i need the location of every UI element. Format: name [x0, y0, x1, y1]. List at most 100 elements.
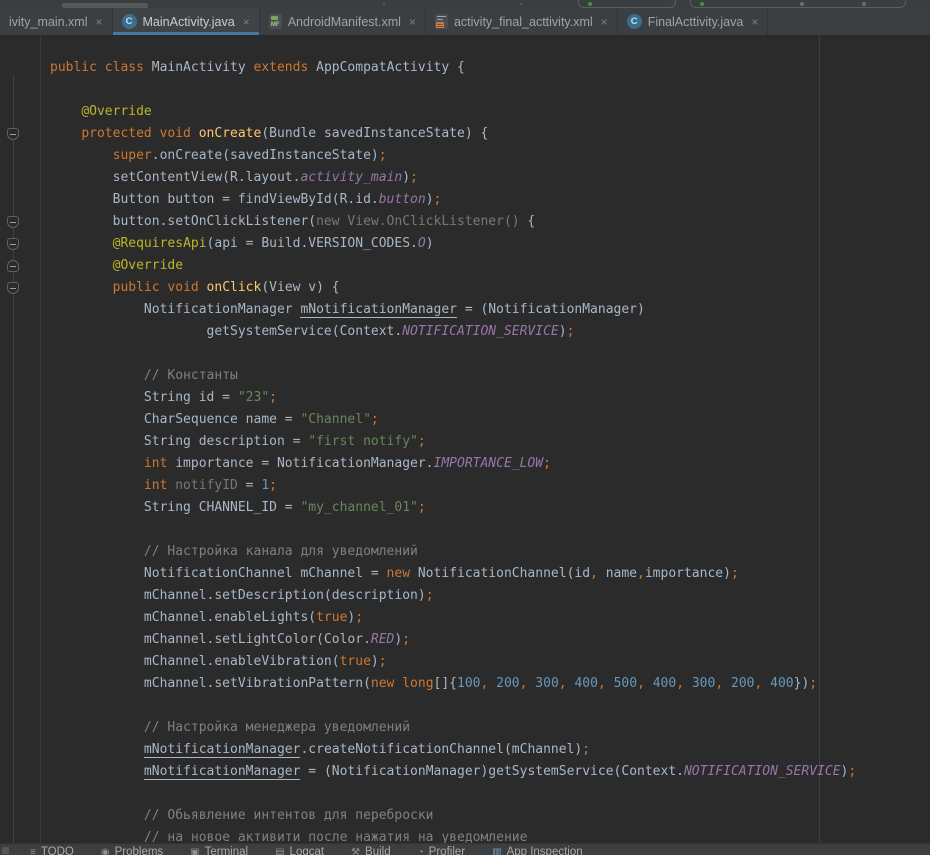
code-token: "my_channel_01"	[300, 500, 417, 515]
tool-window-button-app-inspection[interactable]: ▥App Inspection	[492, 846, 583, 855]
code-token: =	[238, 478, 261, 493]
code-editor[interactable]: public class MainActivity extends AppCom…	[0, 35, 930, 843]
code-line[interactable]: // Настройка менеджера уведомлений	[0, 717, 930, 739]
code-line[interactable]: mChannel.setLightColor(Color.RED);	[0, 629, 930, 651]
code-line[interactable]: mChannel.setVibrationPattern(new long[]{…	[0, 673, 930, 695]
fold-marker[interactable]	[7, 238, 19, 250]
editor-tab[interactable]: MFAndroidManifest.xml×	[260, 8, 426, 35]
code-token: mNotificationManager	[144, 742, 301, 758]
code-line[interactable]: int notifyID = 1;	[0, 475, 930, 497]
code-line[interactable]: super.onCreate(savedInstanceState);	[0, 145, 930, 167]
code-line[interactable]: @Override	[0, 101, 930, 123]
code-line[interactable]: mNotificationManager = (NotificationMana…	[0, 761, 930, 783]
tab-close-icon[interactable]: ×	[96, 16, 103, 28]
code-line[interactable]: String CHANNEL_ID = "my_channel_01";	[0, 497, 930, 519]
code-line[interactable]: String description = "first notify";	[0, 431, 930, 453]
code-line[interactable]: getSystemService(Context.NOTIFICATION_SE…	[0, 321, 930, 343]
code-token: ,	[598, 676, 614, 691]
code-token: importance = NotificationManager.	[167, 456, 433, 471]
code-token: (api = Build.VERSION_CODES.	[207, 236, 418, 251]
code-line[interactable]: Button button = findViewById(R.id.button…	[0, 189, 930, 211]
code-token: ,	[637, 566, 645, 581]
tab-close-icon[interactable]: ×	[751, 16, 758, 28]
toolbar-tick	[383, 3, 385, 5]
code-line[interactable]: String id = "23";	[0, 387, 930, 409]
code-token: public class	[50, 60, 152, 75]
code-token	[50, 742, 144, 757]
code-line[interactable]: mChannel.enableVibration(true);	[0, 651, 930, 673]
tool-window-label: Logcat	[290, 846, 325, 855]
code-line[interactable]: int importance = NotificationManager.IMP…	[0, 453, 930, 475]
code-token: ;	[543, 456, 551, 471]
fold-marker[interactable]	[7, 260, 19, 272]
code-token: mChannel.setLightColor(Color.	[50, 632, 371, 647]
code-line[interactable]	[0, 783, 930, 805]
fold-marker[interactable]	[7, 282, 19, 294]
tool-window-button-logcat[interactable]: ▤Logcat	[275, 846, 324, 855]
code-token: @Override	[113, 258, 183, 273]
code-token: 400	[574, 676, 597, 691]
device-widget[interactable]	[690, 0, 906, 8]
code-line[interactable]: setContentView(R.layout.activity_main);	[0, 167, 930, 189]
code-token: ;	[371, 412, 379, 427]
code-token: ,	[754, 676, 770, 691]
tool-window-bar: ≡TODO ◉Problems ▣Terminal ▤Logcat ⚒Build ◔Pro…	[0, 843, 930, 855]
tool-window-button-build[interactable]: ⚒Build	[351, 846, 391, 855]
tool-window-button-problems[interactable]: ◉Problems	[101, 846, 163, 855]
code-token	[50, 478, 144, 493]
code-line[interactable]: // Настройка канала для уведомлений	[0, 541, 930, 563]
code-line[interactable]: NotificationManager mNotificationManager…	[0, 299, 930, 321]
code-line[interactable]: // Обьявление интентов для переброски	[0, 805, 930, 827]
tab-close-icon[interactable]: ×	[243, 16, 250, 28]
tool-window-label: TODO	[41, 846, 74, 855]
code-line[interactable]: // Константы	[0, 365, 930, 387]
toolbar-dot	[862, 2, 866, 6]
code-line[interactable]: mChannel.enableLights(true);	[0, 607, 930, 629]
code-area[interactable]: public class MainActivity extends AppCom…	[0, 57, 930, 843]
editor-tab[interactable]: CFinalActtivity.java×	[618, 8, 769, 35]
code-token: ,	[676, 676, 692, 691]
code-line[interactable]	[0, 519, 930, 541]
code-token	[50, 808, 144, 823]
code-token: onCreate	[199, 126, 262, 141]
tab-label: FinalActtivity.java	[648, 15, 744, 29]
code-line[interactable]: @RequiresApi(api = Build.VERSION_CODES.O…	[0, 233, 930, 255]
code-line[interactable]	[0, 695, 930, 717]
fold-marker[interactable]	[7, 128, 19, 140]
code-line[interactable]: protected void onCreate(Bundle savedInst…	[0, 123, 930, 145]
code-token: .onCreate(savedInstanceState)	[152, 148, 379, 163]
editor-tab[interactable]: activity_final_acttivity.xml×	[426, 8, 618, 35]
tool-window-button-profiler[interactable]: ◔Profiler	[418, 846, 465, 855]
code-token: ,	[559, 676, 575, 691]
fold-marker[interactable]	[7, 216, 19, 228]
code-line[interactable]: button.setOnClickListener(new View.OnCli…	[0, 211, 930, 233]
code-line[interactable]: NotificationChannel mChannel = new Notif…	[0, 563, 930, 585]
code-line[interactable]	[0, 343, 930, 365]
code-line[interactable]: // на новое активити после нажатия на ув…	[0, 827, 930, 843]
editor-tab[interactable]: CMainActivity.java×	[113, 8, 260, 35]
tool-window-button-todo[interactable]: ≡TODO	[30, 846, 74, 855]
code-token	[50, 720, 144, 735]
code-line[interactable]: mChannel.setDescription(description);	[0, 585, 930, 607]
tab-close-icon[interactable]: ×	[601, 16, 608, 28]
window-corner-icon[interactable]	[2, 847, 9, 854]
code-token: // Константы	[144, 368, 238, 383]
tab-close-icon[interactable]: ×	[409, 16, 416, 28]
code-token: button.setOnClickListener(	[50, 214, 316, 229]
editor-tab[interactable]: ivity_main.xml×	[0, 8, 113, 35]
code-line[interactable]	[0, 79, 930, 101]
code-line[interactable]: @Override	[0, 255, 930, 277]
code-token: @RequiresApi	[113, 236, 207, 251]
code-line[interactable]: mNotificationManager.createNotificationC…	[0, 739, 930, 761]
code-line[interactable]: CharSequence name = "Channel";	[0, 409, 930, 431]
code-token: NotificationChannel mChannel =	[50, 566, 387, 581]
code-token: )	[402, 170, 410, 185]
run-config-widget[interactable]	[578, 0, 676, 8]
code-line[interactable]: public void onClick(View v) {	[0, 277, 930, 299]
code-token: onClick	[207, 280, 262, 295]
code-token: true	[340, 654, 371, 669]
tool-window-button-terminal[interactable]: ▣Terminal	[190, 846, 248, 855]
code-line[interactable]: public class MainActivity extends AppCom…	[0, 57, 930, 79]
code-token: ;	[567, 324, 575, 339]
code-token: new long	[371, 676, 434, 691]
